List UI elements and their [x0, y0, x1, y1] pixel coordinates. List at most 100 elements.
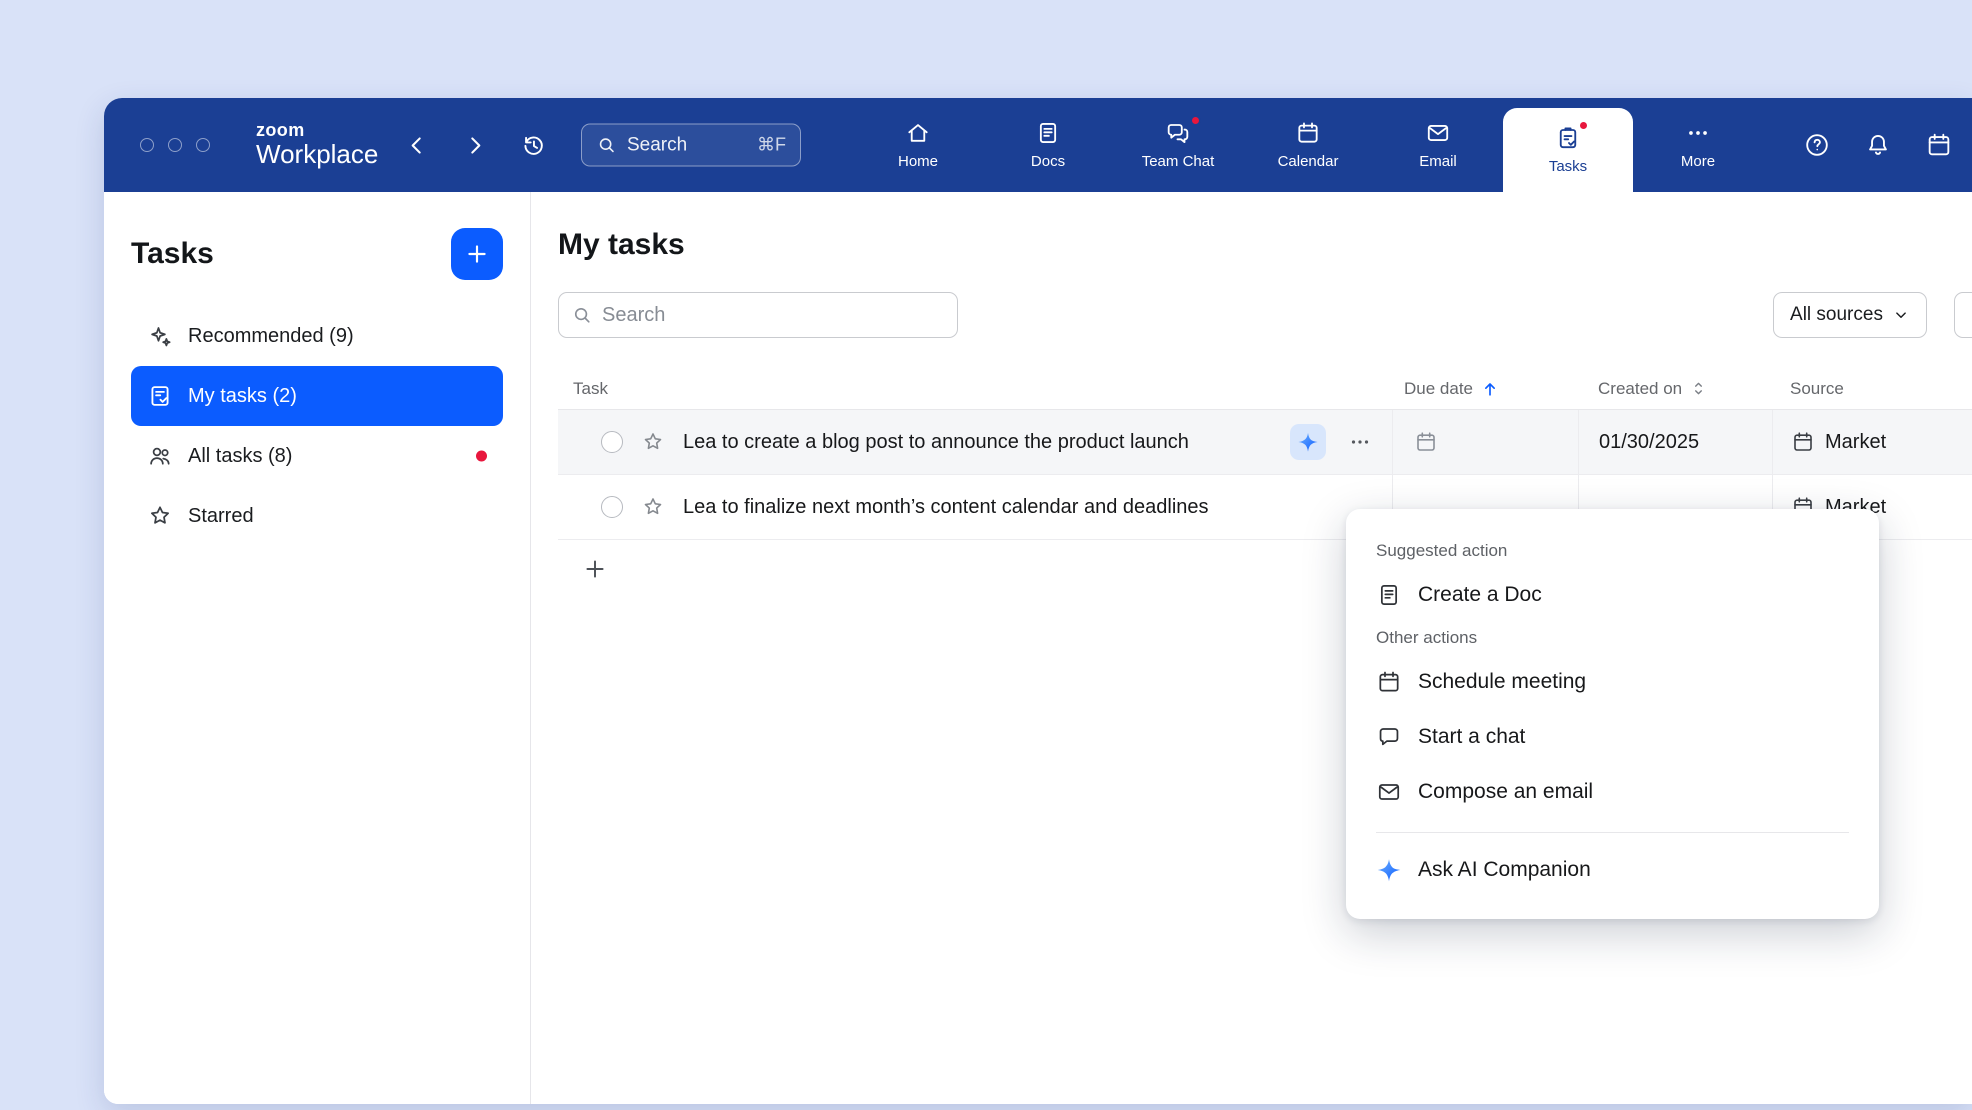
topbar-utilities — [1803, 131, 1953, 159]
new-task-button[interactable] — [451, 228, 503, 280]
nav-email-label: Email — [1419, 153, 1457, 170]
column-task-label: Task — [573, 379, 608, 399]
task-checkbox[interactable] — [601, 496, 623, 518]
bell-icon — [1864, 131, 1892, 159]
help-button[interactable] — [1803, 131, 1831, 159]
global-search-field[interactable]: Search ⌘F — [581, 124, 801, 167]
nav-team-chat[interactable]: Team Chat — [1113, 98, 1243, 192]
nav-home-label: Home — [898, 153, 938, 170]
column-created-on[interactable]: Created on — [1578, 379, 1772, 399]
menu-item-ask-ai-companion[interactable]: Ask AI Companion — [1374, 842, 1851, 897]
sources-filter-label: All sources — [1790, 304, 1883, 326]
forward-button[interactable] — [462, 132, 488, 158]
task-search-box — [558, 292, 958, 338]
ai-actions-menu: Suggested action Create a Doc Other acti… — [1346, 509, 1879, 919]
plus-icon — [582, 556, 608, 582]
nav-docs[interactable]: Docs — [983, 98, 1113, 192]
task-title: Lea to create a blog post to announce th… — [683, 431, 1189, 454]
nav-email[interactable]: Email — [1373, 98, 1503, 192]
filter-button-partial[interactable] — [1954, 292, 1972, 338]
zoom-workplace-logo: zoom Workplace — [256, 121, 378, 169]
window-close-button[interactable] — [140, 138, 154, 152]
search-icon — [596, 135, 617, 156]
star-icon — [147, 503, 173, 529]
chevron-left-icon — [404, 132, 430, 158]
nav-calendar[interactable]: Calendar — [1243, 98, 1373, 192]
mini-calendar-panel-button[interactable] — [1925, 131, 1953, 159]
star-icon[interactable] — [641, 430, 665, 454]
task-search-input[interactable] — [602, 304, 945, 327]
ellipsis-icon — [1348, 430, 1372, 454]
menu-section-header: Suggested action — [1376, 541, 1851, 561]
sidebar-item-label: Recommended (9) — [188, 325, 354, 348]
sparkle-icon — [147, 323, 173, 349]
add-task-button[interactable] — [582, 556, 608, 582]
menu-item-compose-email[interactable]: Compose an email — [1374, 764, 1851, 819]
menu-divider — [1376, 832, 1849, 833]
tasks-icon — [1555, 125, 1581, 151]
nav-home[interactable]: Home — [853, 98, 983, 192]
source-value: Market — [1825, 431, 1886, 454]
sidebar-item-label: My tasks (2) — [188, 385, 297, 408]
column-source-label: Source — [1790, 379, 1844, 399]
table-header: Task Due date Created on — [558, 368, 1972, 410]
star-icon[interactable] — [641, 495, 665, 519]
logo-zoom-text: zoom — [256, 121, 378, 140]
row-tools — [1290, 424, 1392, 460]
back-button[interactable] — [404, 132, 430, 158]
team-chat-badge — [1190, 115, 1201, 126]
more-dots-icon — [1685, 120, 1711, 146]
row-more-button[interactable] — [1348, 430, 1372, 454]
sidebar-item-my-tasks[interactable]: My tasks (2) — [131, 366, 503, 426]
task-controls: All sources — [558, 292, 1972, 338]
plus-icon — [464, 241, 490, 267]
sidebar-item-label: Starred — [188, 505, 254, 528]
ai-sparkle-icon — [1297, 431, 1319, 453]
topbar: zoom Workplace — [104, 98, 1972, 192]
menu-item-start-chat[interactable]: Start a chat — [1374, 709, 1851, 764]
sources-filter-dropdown[interactable]: All sources — [1773, 292, 1927, 338]
history-button[interactable] — [520, 132, 547, 159]
history-navigation — [404, 132, 547, 159]
envelope-icon — [1376, 779, 1402, 805]
nav-team-chat-label: Team Chat — [1142, 153, 1215, 170]
people-icon — [147, 443, 173, 469]
nav-more-label: More — [1681, 153, 1715, 170]
chat-bubble-icon — [1376, 724, 1402, 750]
created-on-value: 01/30/2025 — [1599, 431, 1699, 454]
notifications-button[interactable] — [1864, 131, 1892, 159]
sidebar-title: Tasks — [131, 237, 214, 271]
chevron-right-icon — [462, 132, 488, 158]
add-due-date-icon[interactable] — [1414, 430, 1438, 454]
menu-section-header: Other actions — [1376, 628, 1851, 648]
global-search-label: Search — [627, 134, 687, 156]
menu-item-schedule-meeting[interactable]: Schedule meeting — [1374, 654, 1851, 709]
tasks-badge — [1578, 120, 1589, 131]
menu-item-label: Compose an email — [1418, 780, 1593, 804]
nav-tasks-label: Tasks — [1549, 158, 1587, 175]
sidebar-item-label: All tasks (8) — [188, 445, 292, 468]
sort-ascending-icon — [1480, 379, 1500, 399]
task-checkbox[interactable] — [601, 431, 623, 453]
calendar-panel-icon — [1925, 131, 1953, 159]
source-doc-icon — [1791, 430, 1815, 454]
window-zoom-button[interactable] — [196, 138, 210, 152]
task-row[interactable]: Lea to create a blog post to announce th… — [558, 410, 1972, 475]
doc-icon — [1376, 582, 1402, 608]
page-title: My tasks — [558, 228, 1972, 262]
sidebar-item-starred[interactable]: Starred — [131, 486, 503, 546]
sidebar-item-all-tasks[interactable]: All tasks (8) — [131, 426, 503, 486]
sidebar-item-recommended[interactable]: Recommended (9) — [131, 306, 503, 366]
email-icon — [1425, 120, 1451, 146]
column-source[interactable]: Source — [1772, 379, 1972, 399]
desktop-background: zoom Workplace — [0, 0, 1972, 1110]
nav-more[interactable]: More — [1633, 98, 1763, 192]
sidebar-list: Recommended (9) My tasks (2) All tasks (… — [131, 306, 503, 546]
nav-tasks[interactable]: Tasks — [1503, 108, 1633, 192]
calendar-icon — [1295, 120, 1321, 146]
menu-item-create-doc[interactable]: Create a Doc — [1374, 567, 1851, 622]
menu-item-label: Ask AI Companion — [1418, 858, 1591, 882]
ai-companion-button[interactable] — [1290, 424, 1326, 460]
window-minimize-button[interactable] — [168, 138, 182, 152]
column-due-date[interactable]: Due date — [1392, 379, 1578, 399]
